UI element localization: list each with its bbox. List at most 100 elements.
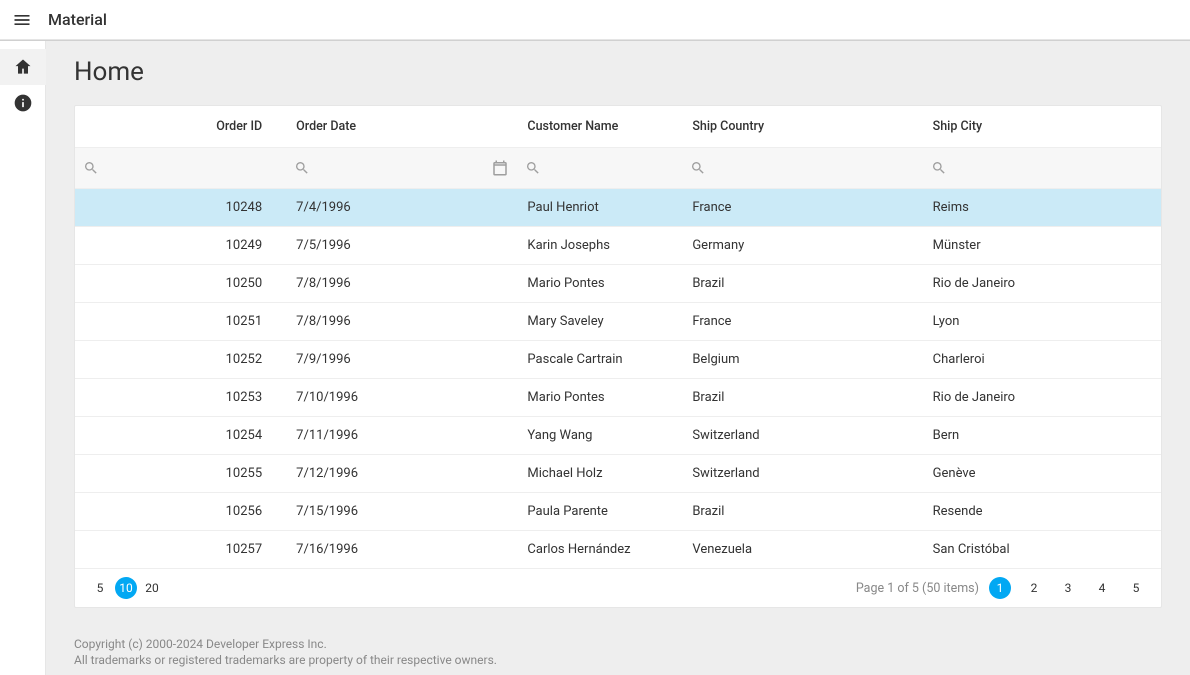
cell-order-id: 10252 xyxy=(75,341,286,379)
page-title: Home xyxy=(74,57,1162,87)
table-row[interactable]: 102497/5/1996Karin JosephsGermanyMünster xyxy=(75,227,1161,265)
content: Home Order ID Order Date Customer Name S… xyxy=(46,41,1190,675)
page-size-20[interactable]: 20 xyxy=(141,577,163,599)
table-row[interactable]: 102557/12/1996Michael HolzSwitzerlandGen… xyxy=(75,455,1161,493)
pager-info: Page 1 of 5 (50 items) xyxy=(856,581,979,596)
cell-ship-country: France xyxy=(682,189,922,227)
footer: Copyright (c) 2000-2024 Developer Expres… xyxy=(74,636,1162,668)
cell-ship-country: Germany xyxy=(682,227,922,265)
cell-customer-name: Carlos Hernández xyxy=(517,531,682,569)
page-size-5[interactable]: 5 xyxy=(89,577,111,599)
cell-order-date: 7/9/1996 xyxy=(286,341,517,379)
data-grid: Order ID Order Date Customer Name Ship C… xyxy=(74,105,1162,608)
menu-button[interactable] xyxy=(10,8,34,32)
cell-ship-country: Switzerland xyxy=(682,417,922,455)
col-header-customer-name[interactable]: Customer Name xyxy=(517,106,682,148)
col-header-order-date[interactable]: Order Date xyxy=(286,106,517,148)
cell-ship-city: Charleroi xyxy=(923,341,1161,379)
cell-ship-city: Bern xyxy=(923,417,1161,455)
cell-ship-city: Rio de Janeiro xyxy=(923,379,1161,417)
cell-customer-name: Paula Parente xyxy=(517,493,682,531)
home-icon xyxy=(13,57,33,77)
filter-cell-customer-name[interactable] xyxy=(517,148,682,188)
table-row[interactable]: 102517/8/1996Mary SaveleyFranceLyon xyxy=(75,303,1161,341)
filter-cell-order-id[interactable] xyxy=(75,148,286,188)
cell-order-id: 10253 xyxy=(75,379,286,417)
cell-ship-country: France xyxy=(682,303,922,341)
table-row[interactable]: 102547/11/1996Yang WangSwitzerlandBern xyxy=(75,417,1161,455)
page-size-selector: 51020 xyxy=(89,577,163,599)
page-4[interactable]: 4 xyxy=(1091,577,1113,599)
cell-order-id: 10257 xyxy=(75,531,286,569)
page-3[interactable]: 3 xyxy=(1057,577,1079,599)
cell-customer-name: Paul Henriot xyxy=(517,189,682,227)
cell-ship-country: Brazil xyxy=(682,265,922,303)
table-row[interactable]: 102577/16/1996Carlos HernándezVenezuelaS… xyxy=(75,531,1161,569)
cell-ship-country: Belgium xyxy=(682,341,922,379)
sidebar-item-about[interactable] xyxy=(0,85,46,121)
table-row[interactable]: 102487/4/1996Paul HenriotFranceReims xyxy=(75,189,1161,227)
cell-order-date: 7/12/1996 xyxy=(286,455,517,493)
filter-row xyxy=(75,148,1161,189)
filter-cell-ship-country[interactable] xyxy=(682,148,922,188)
filter-cell-ship-city[interactable] xyxy=(923,148,1161,188)
cell-ship-city: Lyon xyxy=(923,303,1161,341)
search-icon xyxy=(83,160,99,176)
cell-ship-country: Venezuela xyxy=(682,531,922,569)
footer-copyright: Copyright (c) 2000-2024 Developer Expres… xyxy=(74,636,1162,652)
footer-trademarks: All trademarks or registered trademarks … xyxy=(74,652,1162,668)
cell-ship-country: Brazil xyxy=(682,379,922,417)
page-1[interactable]: 1 xyxy=(989,577,1011,599)
cell-order-id: 10248 xyxy=(75,189,286,227)
table-row[interactable]: 102527/9/1996Pascale CartrainBelgiumChar… xyxy=(75,341,1161,379)
cell-order-date: 7/5/1996 xyxy=(286,227,517,265)
page-5[interactable]: 5 xyxy=(1125,577,1147,599)
header-row: Order ID Order Date Customer Name Ship C… xyxy=(75,106,1161,148)
cell-order-id: 10255 xyxy=(75,455,286,493)
sidebar xyxy=(0,41,46,675)
topbar: Material xyxy=(0,0,1190,40)
col-header-ship-country[interactable]: Ship Country xyxy=(682,106,922,148)
pager: 51020 Page 1 of 5 (50 items) 12345 xyxy=(75,569,1161,607)
cell-customer-name: Pascale Cartrain xyxy=(517,341,682,379)
col-header-order-id[interactable]: Order ID xyxy=(75,106,286,148)
sidebar-item-home[interactable] xyxy=(0,49,46,85)
cell-order-date: 7/8/1996 xyxy=(286,303,517,341)
cell-order-id: 10250 xyxy=(75,265,286,303)
cell-ship-country: Switzerland xyxy=(682,455,922,493)
cell-customer-name: Michael Holz xyxy=(517,455,682,493)
cell-customer-name: Yang Wang xyxy=(517,417,682,455)
info-icon xyxy=(13,93,33,113)
cell-customer-name: Mario Pontes xyxy=(517,265,682,303)
cell-order-date: 7/15/1996 xyxy=(286,493,517,531)
cell-order-date: 7/4/1996 xyxy=(286,189,517,227)
col-header-ship-city[interactable]: Ship City xyxy=(923,106,1161,148)
cell-order-id: 10251 xyxy=(75,303,286,341)
cell-customer-name: Mario Pontes xyxy=(517,379,682,417)
cell-order-date: 7/10/1996 xyxy=(286,379,517,417)
cell-ship-country: Brazil xyxy=(682,493,922,531)
filter-cell-order-date[interactable] xyxy=(286,148,517,188)
search-icon xyxy=(294,160,310,176)
page-size-10[interactable]: 10 xyxy=(115,577,137,599)
cell-order-date: 7/8/1996 xyxy=(286,265,517,303)
search-icon xyxy=(690,160,706,176)
cell-order-date: 7/11/1996 xyxy=(286,417,517,455)
menu-icon xyxy=(12,10,32,30)
search-icon xyxy=(931,160,947,176)
cell-order-id: 10249 xyxy=(75,227,286,265)
table-row[interactable]: 102567/15/1996Paula ParenteBrazilResende xyxy=(75,493,1161,531)
cell-ship-city: Münster xyxy=(923,227,1161,265)
page-selector: 12345 xyxy=(989,577,1147,599)
cell-ship-city: San Cristóbal xyxy=(923,531,1161,569)
page-2[interactable]: 2 xyxy=(1023,577,1045,599)
cell-order-id: 10254 xyxy=(75,417,286,455)
cell-customer-name: Karin Josephs xyxy=(517,227,682,265)
table-row[interactable]: 102537/10/1996Mario PontesBrazilRio de J… xyxy=(75,379,1161,417)
cell-ship-city: Genève xyxy=(923,455,1161,493)
app-title: Material xyxy=(48,10,107,29)
cell-order-id: 10256 xyxy=(75,493,286,531)
calendar-icon[interactable] xyxy=(491,159,509,177)
table-row[interactable]: 102507/8/1996Mario PontesBrazilRio de Ja… xyxy=(75,265,1161,303)
cell-customer-name: Mary Saveley xyxy=(517,303,682,341)
